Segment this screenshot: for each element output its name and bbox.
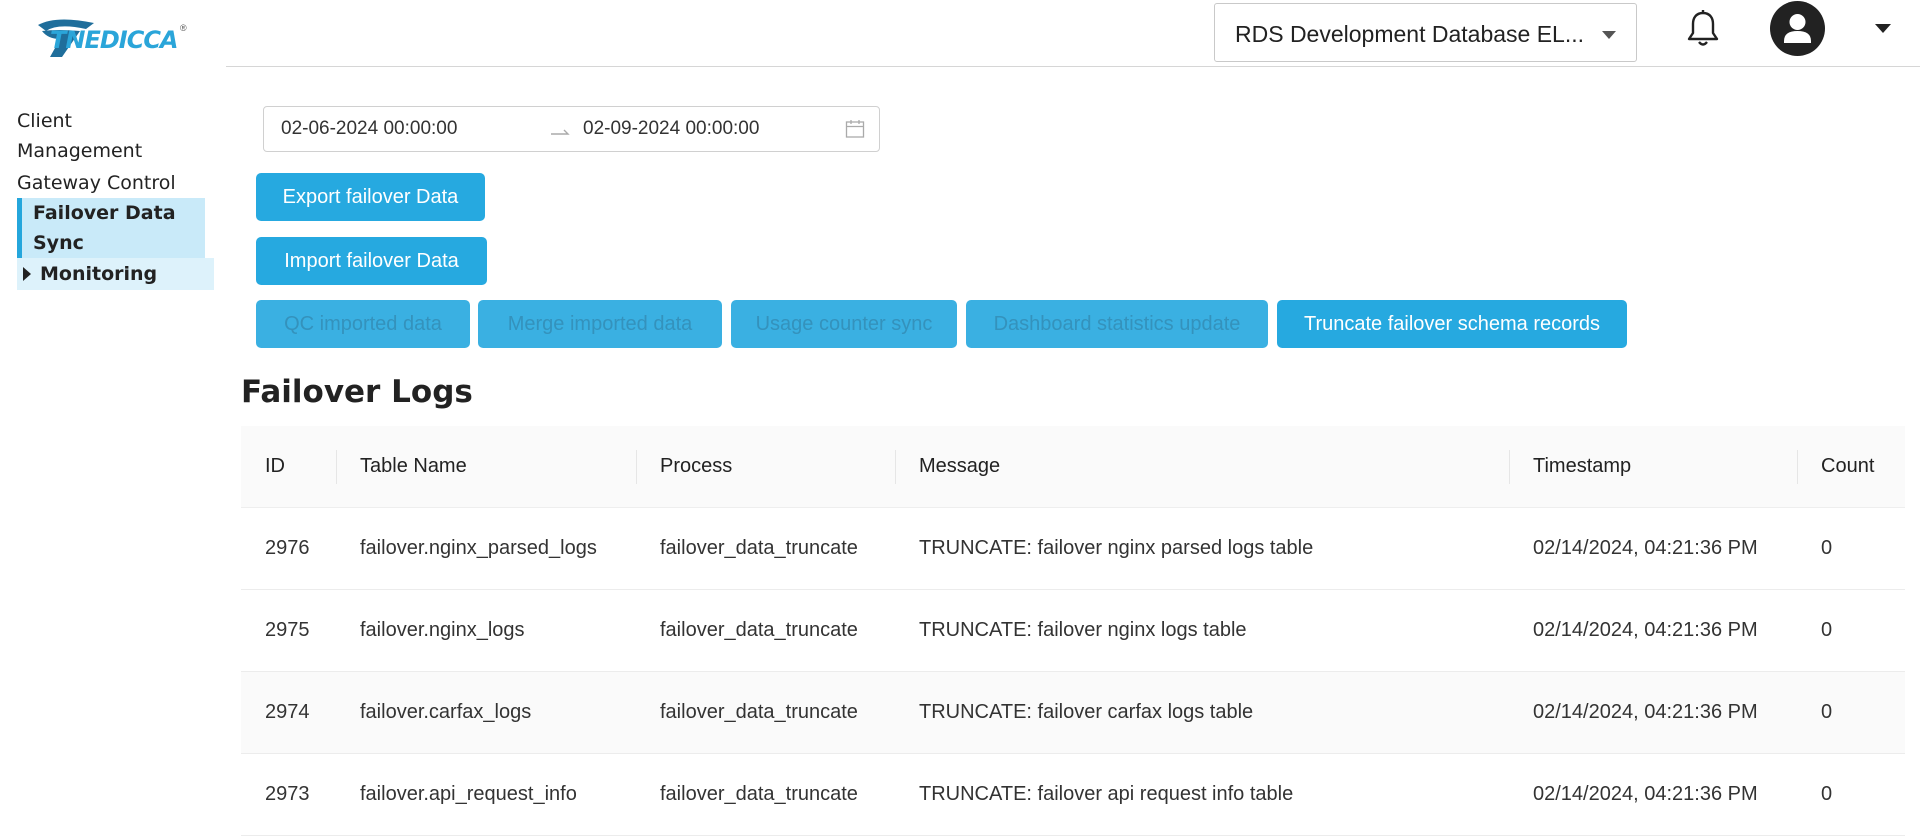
cell-process: failover_data_truncate	[636, 507, 895, 590]
cell-id: 2973	[241, 753, 336, 836]
table-row[interactable]: 2974 failover.carfax_logs failover_data_…	[241, 671, 1905, 754]
table-row[interactable]: 2976 failover.nginx_parsed_logs failover…	[241, 507, 1905, 590]
cell-id: 2976	[241, 507, 336, 590]
column-header-process[interactable]: Process	[636, 426, 895, 508]
cell-process: failover_data_truncate	[636, 753, 895, 836]
column-header-count[interactable]: Count	[1797, 426, 1905, 508]
truncate-failover-schema-records-button[interactable]: Truncate failover schema records	[1277, 300, 1627, 348]
logo-registered-mark: ®	[180, 23, 187, 33]
table-row[interactable]: 2975 failover.nginx_logs failover_data_t…	[241, 589, 1905, 672]
sidebar-item-client-management[interactable]: Client Management	[0, 106, 167, 166]
column-header-message[interactable]: Message	[895, 426, 1509, 508]
chevron-down-icon	[1602, 31, 1616, 39]
import-failover-data-button[interactable]: Import failover Data	[256, 237, 487, 285]
date-range-picker[interactable]: 02-06-2024 00:00:00 02-09-2024 00:00:00	[263, 106, 880, 152]
start-date-input[interactable]: 02-06-2024 00:00:00	[281, 118, 457, 140]
sidebar-item-failover-data-sync[interactable]: Failover Data Sync	[17, 198, 205, 258]
database-select[interactable]: RDS Development Database EL...	[1214, 3, 1637, 62]
cell-table-name: failover.carfax_logs	[336, 671, 636, 754]
cell-timestamp: 02/14/2024, 04:21:36 PM	[1509, 589, 1797, 672]
end-date-input[interactable]: 02-09-2024 00:00:00	[583, 118, 759, 140]
cell-message: TRUNCATE: failover carfax logs table	[895, 671, 1509, 754]
sidebar-item-label: Monitoring	[40, 263, 158, 285]
cell-process: failover_data_truncate	[636, 589, 895, 672]
merge-imported-data-button[interactable]: Merge imported data	[478, 300, 722, 348]
cell-count: 0	[1797, 507, 1905, 590]
cell-count: 0	[1797, 589, 1905, 672]
user-avatar-icon[interactable]	[1770, 1, 1825, 56]
cell-id: 2975	[241, 589, 336, 672]
column-header-timestamp[interactable]: Timestamp	[1509, 426, 1797, 508]
header-divider	[226, 66, 1920, 67]
table-row[interactable]: 2973 failover.api_request_info failover_…	[241, 753, 1905, 836]
usage-counter-sync-button[interactable]: Usage counter sync	[731, 300, 957, 348]
calendar-icon[interactable]	[845, 119, 865, 139]
export-failover-data-button[interactable]: Export failover Data	[256, 173, 485, 221]
sidebar-item-monitoring[interactable]: Monitoring	[17, 258, 214, 290]
column-header-id[interactable]: ID	[241, 426, 336, 508]
arrow-right-icon	[551, 129, 570, 135]
bell-icon[interactable]	[1686, 10, 1720, 48]
cell-message: TRUNCATE: failover nginx logs table	[895, 589, 1509, 672]
sidebar-item-gateway-control[interactable]: Gateway Control	[0, 168, 214, 198]
logo-text: TNEDICCA	[50, 26, 179, 54]
cell-table-name: failover.nginx_parsed_logs	[336, 507, 636, 590]
caret-right-icon	[23, 267, 31, 281]
cell-message: TRUNCATE: failover api request info tabl…	[895, 753, 1509, 836]
cell-process: failover_data_truncate	[636, 671, 895, 754]
table-header-row: ID Table Name Process Message Timestamp …	[241, 426, 1905, 508]
cell-table-name: failover.nginx_logs	[336, 589, 636, 672]
cell-table-name: failover.api_request_info	[336, 753, 636, 836]
cell-timestamp: 02/14/2024, 04:21:36 PM	[1509, 671, 1797, 754]
page-title: Failover Logs	[241, 374, 473, 410]
cell-timestamp: 02/14/2024, 04:21:36 PM	[1509, 507, 1797, 590]
cell-message: TRUNCATE: failover nginx parsed logs tab…	[895, 507, 1509, 590]
cell-id: 2974	[241, 671, 336, 754]
cell-count: 0	[1797, 753, 1905, 836]
caret-down-icon[interactable]	[1875, 24, 1891, 33]
failover-logs-table: ID Table Name Process Message Timestamp …	[241, 426, 1905, 836]
cell-timestamp: 02/14/2024, 04:21:36 PM	[1509, 753, 1797, 836]
dashboard-statistics-update-button[interactable]: Dashboard statistics update	[966, 300, 1268, 348]
sidebar: Client Management Gateway Control Failov…	[0, 106, 214, 290]
cell-count: 0	[1797, 671, 1905, 754]
qc-imported-data-button[interactable]: QC imported data	[256, 300, 470, 348]
database-select-value: RDS Development Database EL...	[1235, 21, 1585, 47]
column-header-table-name[interactable]: Table Name	[336, 426, 636, 508]
